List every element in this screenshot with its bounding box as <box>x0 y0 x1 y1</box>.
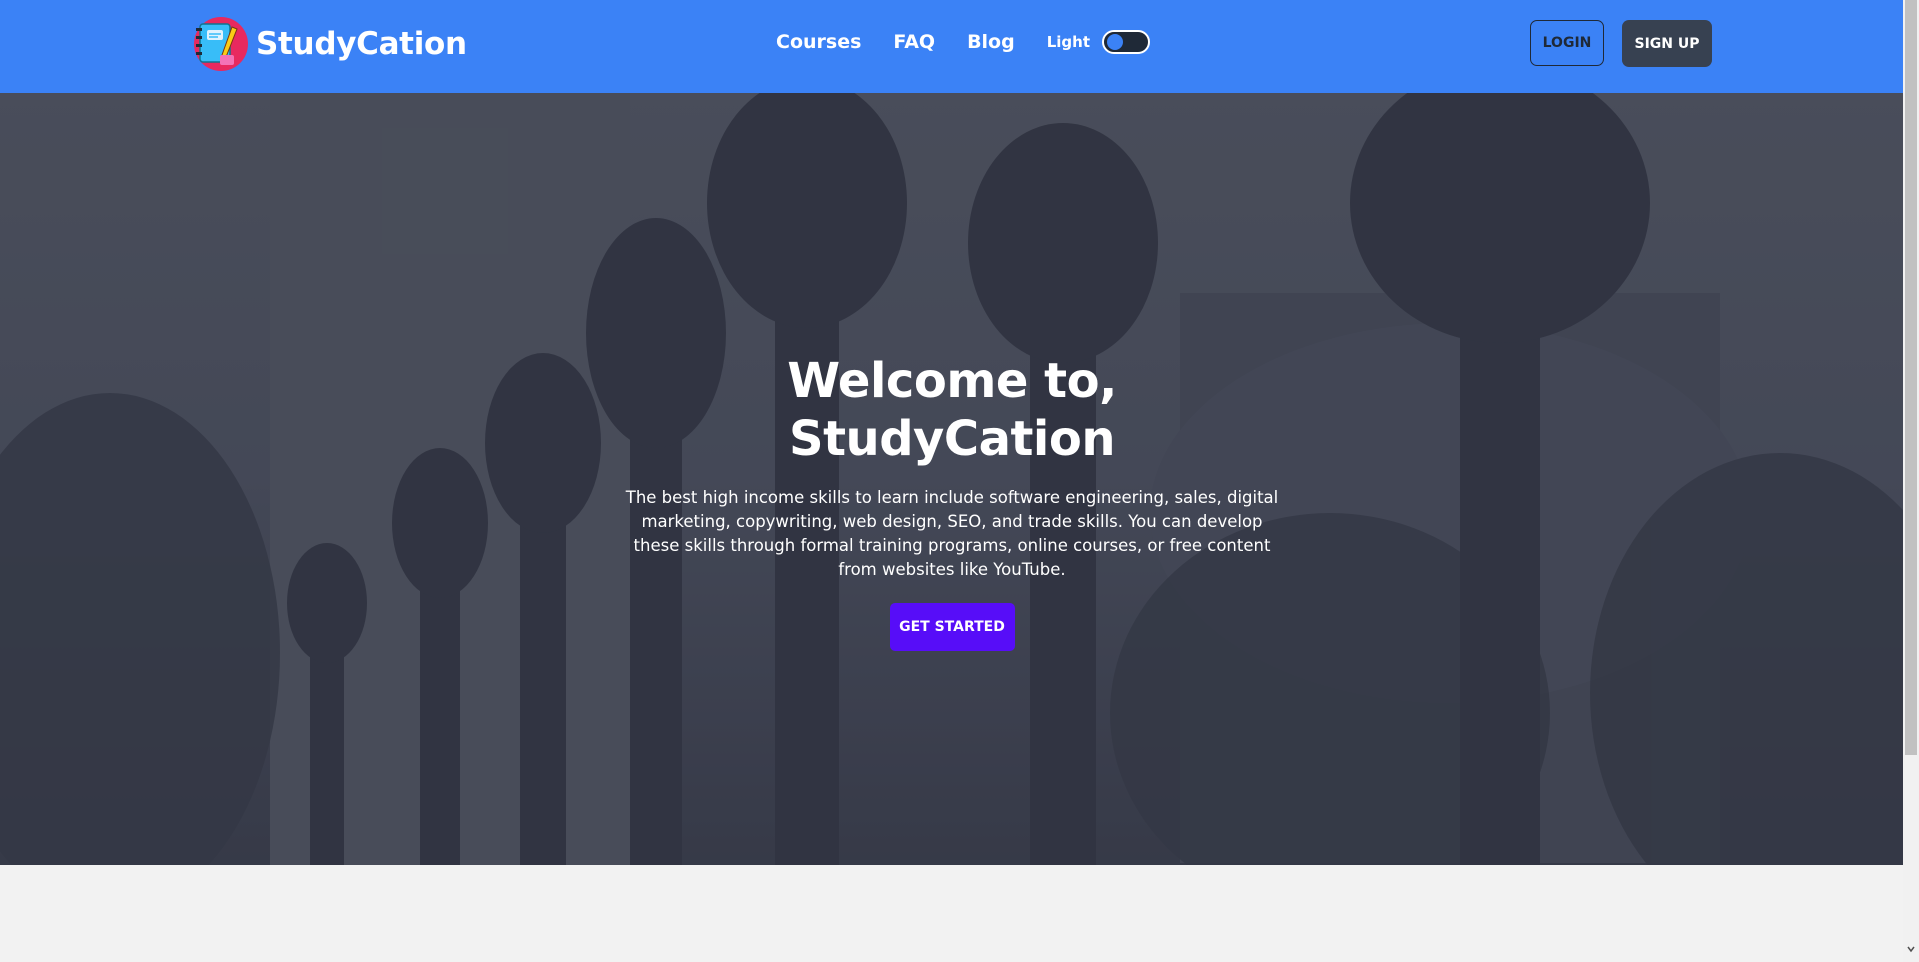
nav-link-faq[interactable]: FAQ <box>893 31 935 53</box>
nav-link-courses[interactable]: Courses <box>776 31 861 53</box>
main-nav: Courses FAQ Blog Light <box>776 30 1151 54</box>
brand[interactable]: StudyCation <box>190 14 467 74</box>
signup-button[interactable]: SIGN UP <box>1622 20 1712 67</box>
page-scrollbar[interactable] <box>1903 0 1919 962</box>
scroll-down-icon[interactable] <box>1907 945 1915 953</box>
hero-description: The best high income skills to learn inc… <box>625 488 1279 580</box>
get-started-button[interactable]: GET STARTED <box>889 603 1015 652</box>
hero-title: Welcome to, StudyCation <box>787 353 1117 467</box>
hero-section: Welcome to, StudyCation The best high in… <box>0 93 1903 865</box>
scrollbar-thumb[interactable] <box>1905 0 1917 755</box>
brand-name: StudyCation <box>256 26 467 62</box>
theme-label: Light <box>1046 33 1091 51</box>
toggle-knob <box>1107 34 1124 50</box>
login-button[interactable]: LOGIN <box>1530 20 1604 66</box>
hero-content: Welcome to, StudyCation The best high in… <box>620 353 1284 652</box>
navbar: StudyCation Courses FAQ Blog Light LOGIN… <box>0 0 1903 93</box>
theme-toggle[interactable] <box>1102 30 1151 54</box>
nav-link-blog[interactable]: Blog <box>967 31 1015 53</box>
notebook-pencil-icon <box>190 15 248 73</box>
